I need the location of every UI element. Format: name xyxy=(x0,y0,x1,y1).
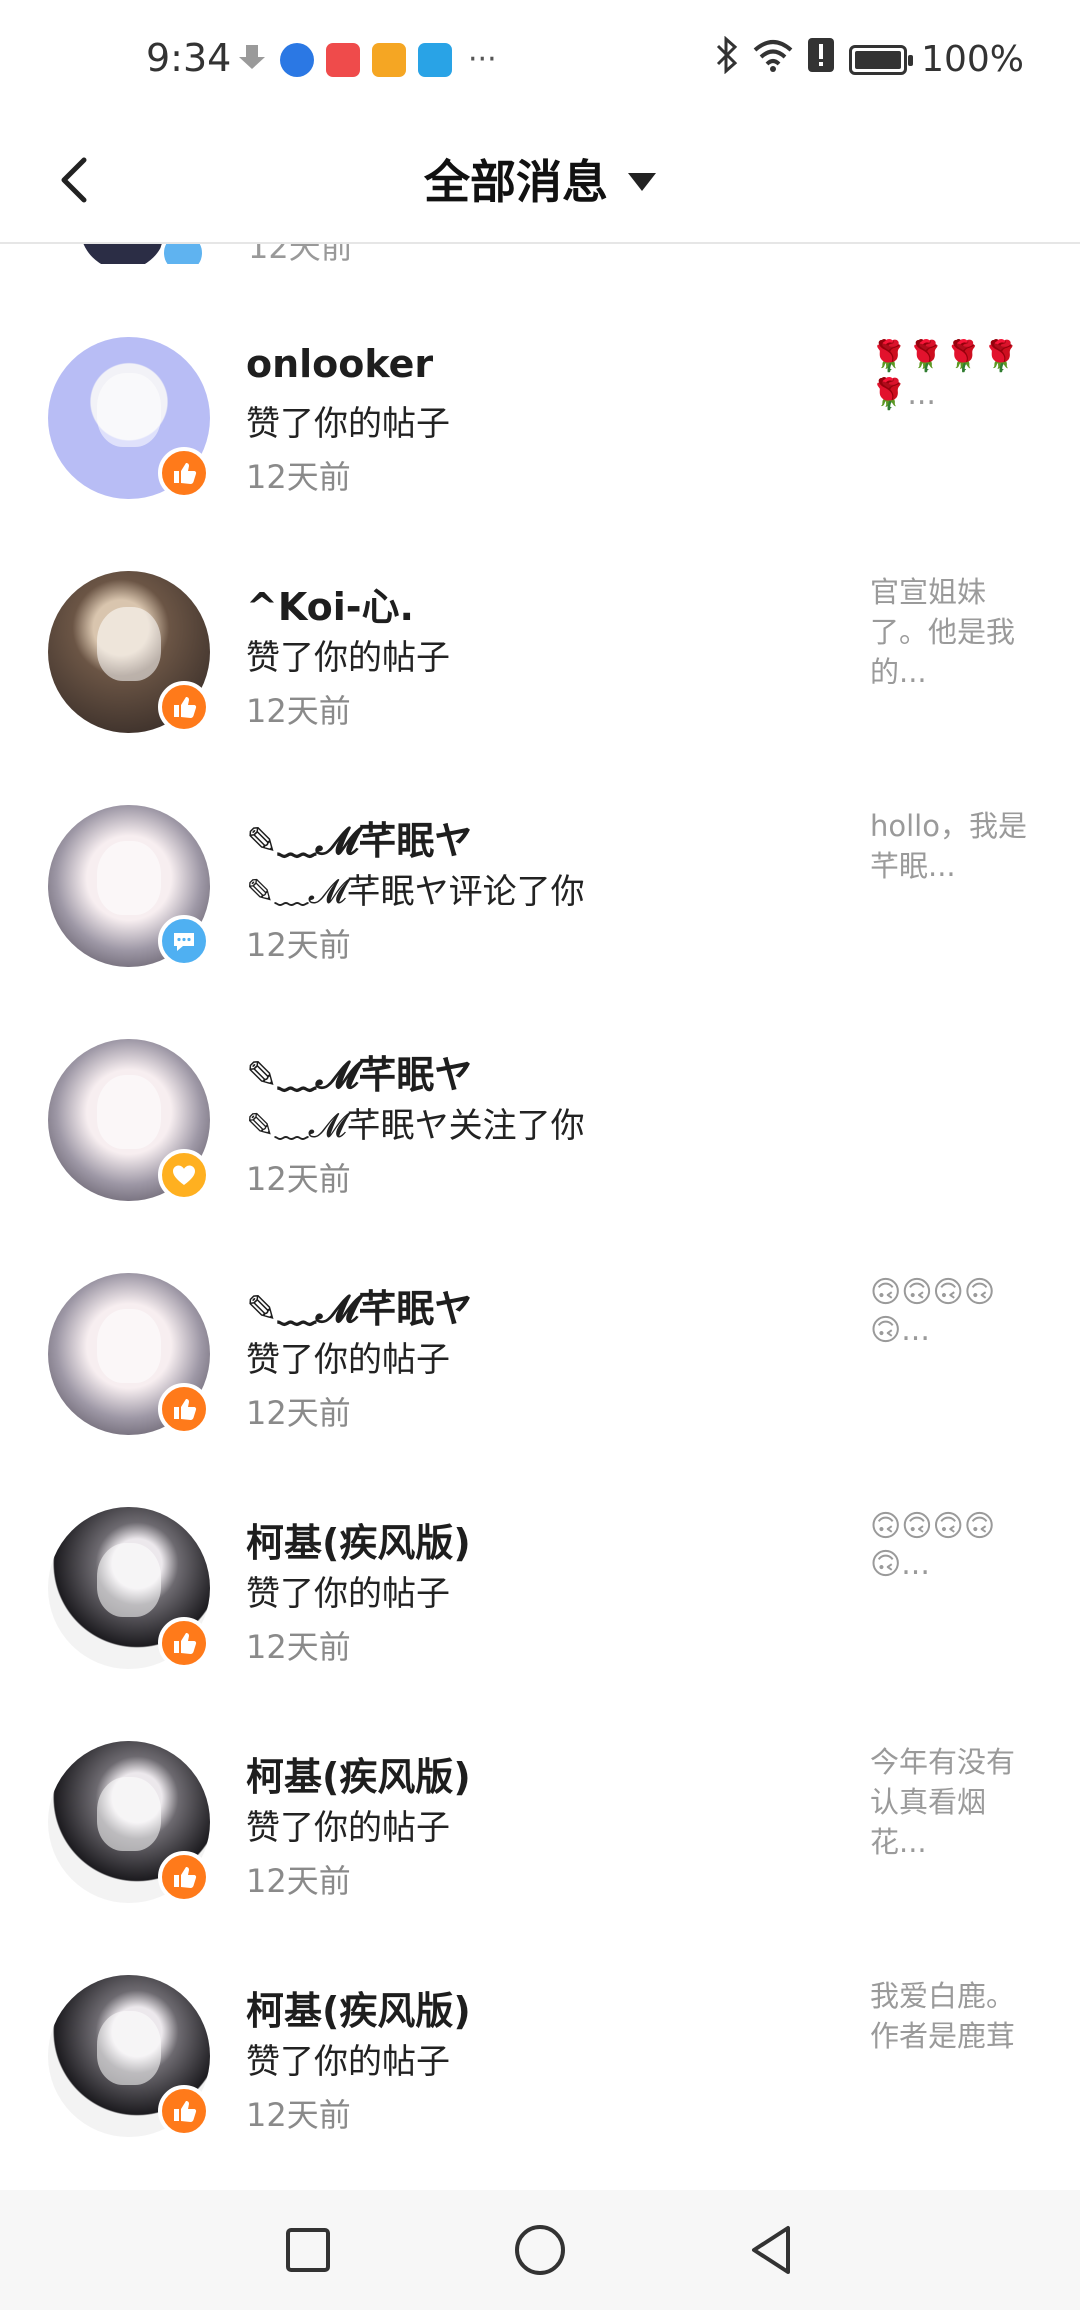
avatar-figure xyxy=(96,606,162,682)
item-time: 12天前 xyxy=(246,2096,351,2134)
post-preview[interactable]: 今年有没有认真看烟花... xyxy=(870,1742,1040,1862)
item-time: 12天前 xyxy=(246,1160,351,1198)
avatar-figure xyxy=(96,1074,162,1150)
system-icons: 100% xyxy=(715,35,1024,83)
navigation-bar xyxy=(0,2190,1080,2310)
post-preview[interactable]: 我爱白鹿。作者是鹿茸 xyxy=(870,1976,1040,2056)
thumbs-up-icon xyxy=(174,1399,197,1420)
post-preview[interactable]: 🙃🙃🙃🙃🙃... xyxy=(870,1508,1040,1584)
message-item[interactable]: ✎﹏𝓜芊眠ヤ赞了你的帖子 12天前 🙃🙃🙃🙃🙃... xyxy=(0,1236,1080,1470)
message-filter-dropdown[interactable]: 全部消息 xyxy=(0,146,1080,212)
user-name[interactable]: ✎﹏𝓜芊眠ヤ xyxy=(246,1278,472,1333)
user-name[interactable]: 柯基(疾风版) xyxy=(246,1980,471,2035)
heart-icon xyxy=(173,1165,195,1185)
action-text: 赞了你的帖子 xyxy=(246,1574,450,1614)
more-notifications-icon: ··· xyxy=(468,42,497,77)
message-item[interactable]: onlooker 赞了你的帖子 12天前 🌹🌹🌹🌹🌹... xyxy=(0,300,1080,534)
post-preview[interactable]: hollo，我是芊眠... xyxy=(870,806,1040,886)
item-time: 12天前 xyxy=(246,926,351,964)
caret-down-icon xyxy=(628,173,656,191)
home-button[interactable] xyxy=(506,2216,574,2284)
user-name[interactable]: ^Koi-心. xyxy=(246,576,414,631)
like-badge xyxy=(158,1851,210,1903)
item-time: 12天前 xyxy=(248,244,353,264)
wifi-icon xyxy=(753,38,793,81)
like-badge xyxy=(158,447,210,499)
post-preview[interactable]: 🙃🙃🙃🙃🙃... xyxy=(870,1274,1040,1350)
message-item[interactable]: ✎﹏𝓜芊眠ヤ ✎﹏𝓜芊眠ヤ评论了你 12天前 hollo，我是芊眠... xyxy=(0,768,1080,1002)
badge-icon xyxy=(160,244,206,264)
user-name[interactable]: 柯基(疾风版) xyxy=(246,1512,471,1567)
triangle-back-icon xyxy=(752,2226,790,2274)
status-bar: 9:34 ··· 100% xyxy=(0,0,1080,120)
thumbs-up-icon xyxy=(174,1867,197,1888)
item-time: 12天前 xyxy=(246,1862,351,1900)
item-time: 12天前 xyxy=(246,692,351,730)
message-item[interactable]: 柯基(疾风版) 赞了你的帖子 12天前 🙃🙃🙃🙃🙃... xyxy=(0,1470,1080,1704)
avatar-figure xyxy=(96,2010,162,2086)
action-text: ✎﹏𝓜芊眠ヤ关注了你 xyxy=(246,1106,585,1146)
message-item[interactable]: ^Koi-心. 赞了你的帖子 12天前 官宣姐妹了。他是我的... xyxy=(0,534,1080,768)
avatar xyxy=(80,244,166,264)
notification-icons: ··· xyxy=(236,42,497,77)
thumbs-up-icon xyxy=(174,1633,197,1654)
page-title: 全部消息 xyxy=(424,155,608,209)
avatar-figure xyxy=(96,1542,162,1618)
action-text: ✎﹏𝓜芊眠ヤ评论了你 xyxy=(246,872,585,912)
video-app-icon xyxy=(372,42,406,77)
message-list: onlooker 赞了你的帖子 12天前 🌹🌹🌹🌹🌹... ^Koi-心. 赞了你的帖子 1… xyxy=(0,300,1080,2172)
recents-button[interactable] xyxy=(274,2216,342,2284)
action-text: 赞了你的帖子 xyxy=(246,1340,450,1380)
message-item[interactable]: 柯基(疾风版) 赞了你的帖子 12天前 今年有没有认真看烟花... xyxy=(0,1704,1080,1938)
thumbs-up-icon xyxy=(174,463,197,484)
item-time: 12天前 xyxy=(246,458,351,496)
like-badge xyxy=(158,681,210,733)
user-name[interactable]: 柯基(疾风版) xyxy=(246,1746,471,1801)
circle-icon xyxy=(515,2225,565,2275)
partial-list-item[interactable]: 12天前 xyxy=(0,244,1080,264)
follow-badge xyxy=(158,1149,210,1201)
user-name[interactable]: ✎﹏𝓜芊眠ヤ xyxy=(246,1044,472,1099)
thumbs-up-icon xyxy=(174,697,197,718)
post-preview[interactable]: 🌹🌹🌹🌹🌹... xyxy=(870,338,1040,414)
like-badge xyxy=(158,2085,210,2137)
item-time: 12天前 xyxy=(246,1628,351,1666)
post-preview[interactable]: 官宣姐妹了。他是我的... xyxy=(870,572,1040,692)
thumbs-up-icon xyxy=(174,2101,197,2122)
user-name[interactable]: ✎﹏𝓜芊眠ヤ xyxy=(246,810,472,865)
comment-icon xyxy=(174,933,194,951)
message-item[interactable]: ✎﹏𝓜芊眠ヤ ✎﹏𝓜芊眠ヤ关注了你 12天前 xyxy=(0,1002,1080,1236)
action-text: 赞了你的帖子 xyxy=(246,404,450,444)
user-name[interactable]: onlooker xyxy=(246,342,433,386)
back-nav-button[interactable] xyxy=(740,2216,808,2284)
comment-badge xyxy=(158,915,210,967)
header: 全部消息 xyxy=(0,120,1080,244)
item-time: 12天前 xyxy=(246,1394,351,1432)
avatar-figure xyxy=(96,1776,162,1852)
download-icon xyxy=(236,43,268,77)
alert-icon xyxy=(807,37,835,82)
book-app-icon xyxy=(326,42,360,77)
action-text: 赞了你的帖子 xyxy=(246,1808,450,1848)
avatar-figure xyxy=(96,840,162,916)
bluetooth-icon xyxy=(715,35,739,83)
action-text: 赞了你的帖子 xyxy=(246,638,450,678)
square-icon xyxy=(286,2228,330,2272)
search-app-icon xyxy=(418,42,452,77)
like-badge xyxy=(158,1383,210,1435)
battery-icon xyxy=(849,44,914,75)
action-text: 赞了你的帖子 xyxy=(246,2042,450,2082)
avatar-figure xyxy=(96,1308,162,1384)
browser-icon xyxy=(280,42,314,77)
message-item[interactable]: 柯基(疾风版) 赞了你的帖子 12天前 我爱白鹿。作者是鹿茸 xyxy=(0,1938,1080,2172)
battery-percent: 100% xyxy=(921,39,1024,80)
status-time: 9:34 xyxy=(146,36,232,80)
avatar-figure xyxy=(96,372,162,448)
like-badge xyxy=(158,1617,210,1669)
